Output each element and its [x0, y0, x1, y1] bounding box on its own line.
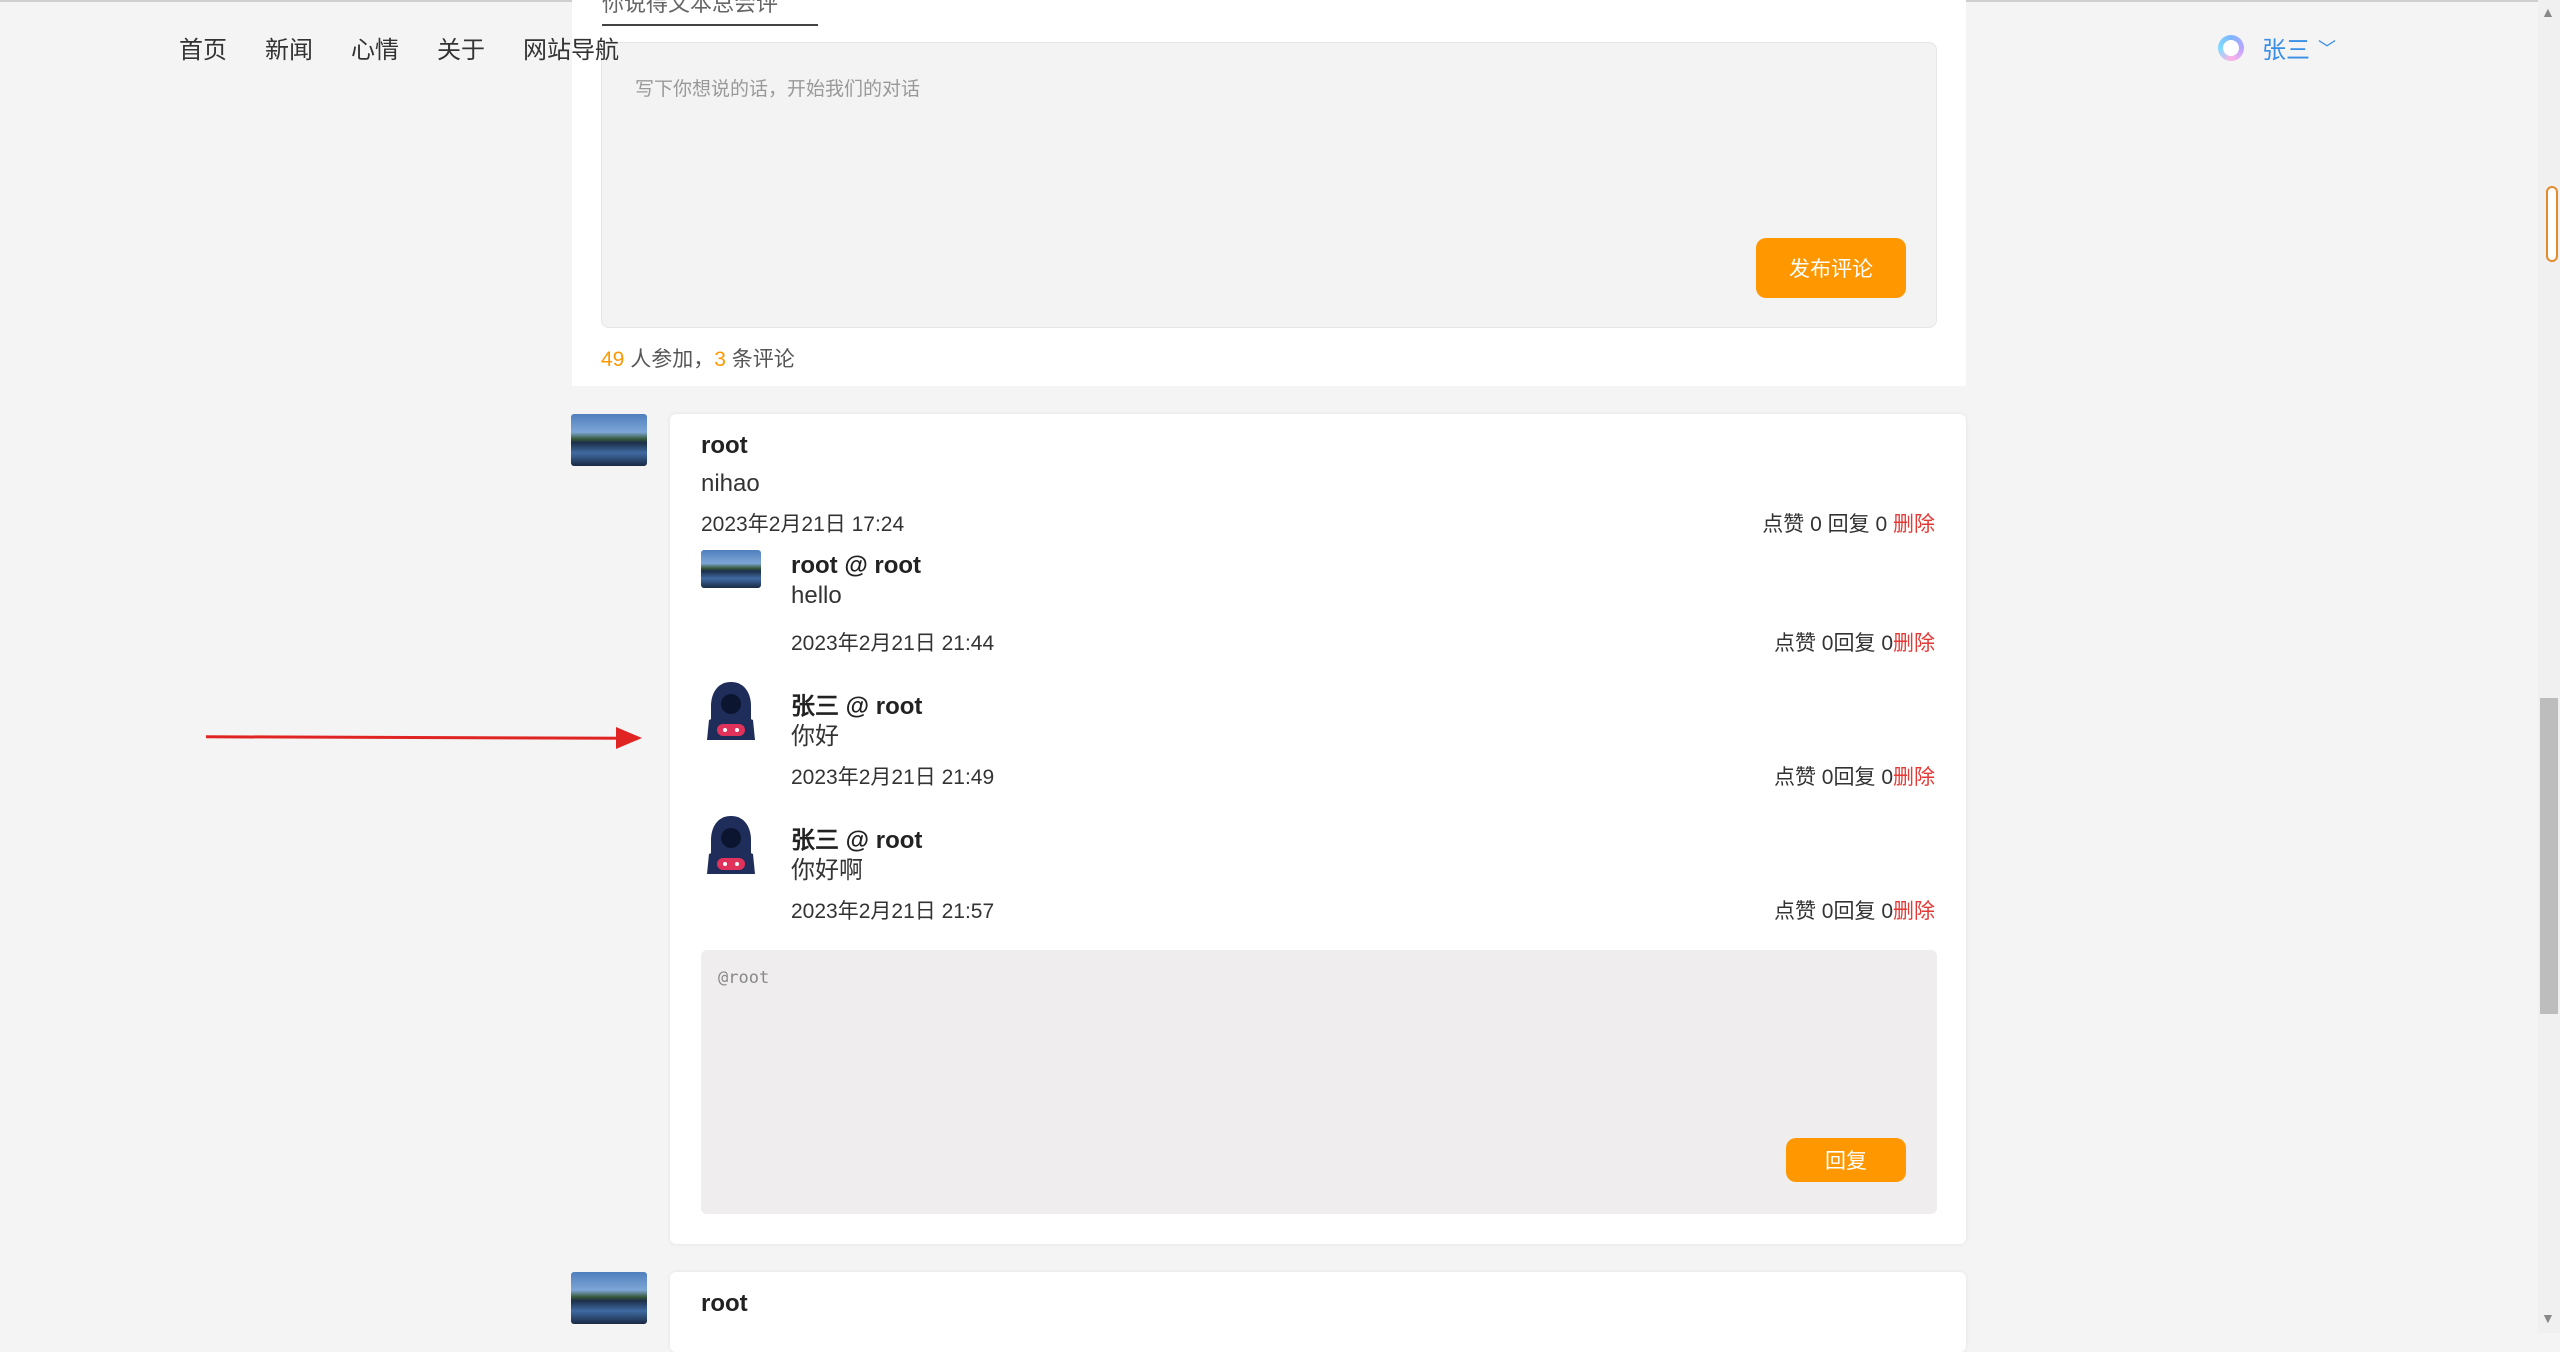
scroll-indicator [2546, 186, 2558, 262]
nav-item-home[interactable]: 首页 [179, 30, 227, 65]
nav-item-mood[interactable]: 心情 [351, 30, 399, 65]
reply-textarea-placeholder: @root [718, 968, 770, 988]
nav-item-about[interactable]: 关于 [437, 30, 485, 65]
like-reply-counts[interactable]: 点赞 0回复 0 [1774, 632, 1893, 655]
like-reply-counts[interactable]: 点赞 0回复 0 [1774, 766, 1893, 789]
like-reply-counts[interactable]: 点赞 0 回复 0 [1762, 513, 1893, 536]
reply-text: 你好啊 [791, 857, 863, 884]
comment-date: 2023年2月21日 17:24 [701, 513, 905, 536]
delete-link[interactable]: 删除 [1893, 900, 1935, 923]
reply-actions: 点赞 0回复 0删除 [1774, 627, 1935, 657]
hooded-gamer-avatar-icon [707, 816, 755, 874]
nav-item-news[interactable]: 新闻 [265, 30, 313, 65]
chevron-down-icon[interactable]: ﹀ [2318, 35, 2336, 61]
loading-spinner-icon [2218, 34, 2244, 61]
hooded-gamer-avatar-icon [707, 682, 755, 740]
avatar [571, 1272, 647, 1324]
delete-link[interactable]: 删除 [1893, 766, 1935, 789]
reply-date: 2023年2月21日 21:44 [791, 632, 995, 655]
reply-author: root @ root [791, 552, 922, 579]
editor-tab-text: 你说得文本总会评 [602, 0, 779, 16]
comment-textarea-placeholder: 写下你想说的话，开始我们的对话 [635, 78, 921, 100]
delete-link[interactable]: 删除 [1893, 513, 1935, 536]
avatar [701, 550, 761, 588]
reply-actions: 点赞 0回复 0删除 [1774, 761, 1935, 791]
participants-label: 人参加， [624, 348, 715, 371]
reply-button[interactable]: 回复 [1786, 1138, 1906, 1182]
user-menu[interactable]: 张三 ﹀ [2218, 30, 2336, 65]
comment-text: nihao [701, 470, 760, 497]
scroll-up-icon[interactable]: ▲ [2541, 4, 2555, 20]
publish-comment-button[interactable]: 发布评论 [1756, 238, 1906, 298]
nav-item-site-nav[interactable]: 网站导航 [523, 30, 619, 65]
editor-tab-underline [602, 24, 818, 26]
delete-link[interactable]: 删除 [1893, 632, 1935, 655]
comments-label: 条评论 [725, 348, 795, 371]
comment-stats: 49 人参加，3 条评论 [601, 343, 795, 373]
reply-actions: 点赞 0回复 0删除 [1774, 895, 1935, 925]
reply-date: 2023年2月21日 21:49 [791, 766, 995, 789]
comment-card [670, 1272, 1966, 1352]
comment-author: root [701, 432, 748, 459]
annotation-arrow-line [205, 735, 627, 740]
reply-text: 你好 [791, 723, 839, 750]
scrollbar-thumb[interactable] [2540, 698, 2558, 1014]
comment-actions: 点赞 0 回复 0 删除 [1762, 508, 1935, 538]
like-reply-counts[interactable]: 点赞 0回复 0 [1774, 900, 1893, 923]
participants-count: 49 [601, 348, 625, 371]
scroll-down-icon[interactable]: ▼ [2541, 1310, 2555, 1326]
user-name[interactable]: 张三 [2262, 30, 2310, 65]
comments-count: 3 [714, 348, 726, 371]
reply-textarea[interactable] [701, 950, 1937, 1214]
main-nav: 首页 新闻 心情 关于 网站导航 [179, 30, 619, 65]
avatar [571, 414, 647, 466]
comment-author: root [701, 1290, 748, 1317]
reply-date: 2023年2月21日 21:57 [791, 900, 995, 923]
annotation-arrow-head-icon [616, 727, 642, 749]
reply-text: hello [791, 582, 842, 609]
